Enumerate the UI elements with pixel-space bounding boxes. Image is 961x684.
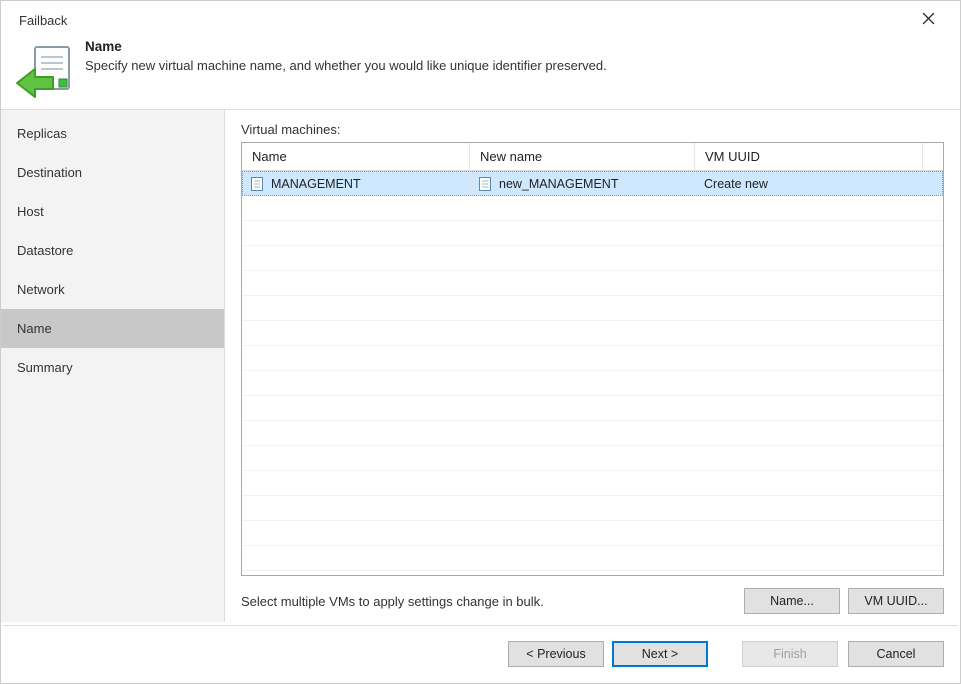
sidebar-item-label: Summary (17, 360, 73, 375)
sidebar-item-summary[interactable]: Summary (1, 348, 224, 387)
titlebar: Failback (1, 1, 960, 35)
column-header-name[interactable]: Name (242, 143, 470, 170)
name-button[interactable]: Name... (744, 588, 840, 614)
column-header-new-name[interactable]: New name (470, 143, 695, 170)
main-pane: Virtual machines: Name New name VM UUID (225, 110, 960, 622)
vm-icon (251, 177, 263, 191)
vm-table: Name New name VM UUID MANAGEMENT (241, 142, 944, 576)
window-title: Failback (19, 13, 67, 28)
sidebar-item-network[interactable]: Network (1, 270, 224, 309)
sidebar-item-label: Destination (17, 165, 82, 180)
table-header: Name New name VM UUID (242, 143, 943, 171)
cell-new-name: new_MANAGEMENT (471, 172, 696, 195)
column-header-spacer (923, 143, 943, 170)
sidebar-item-name[interactable]: Name (1, 309, 224, 348)
sidebar-item-destination[interactable]: Destination (1, 153, 224, 192)
wizard-steps-sidebar: Replicas Destination Host Datastore Netw… (1, 110, 225, 622)
column-header-vm-uuid[interactable]: VM UUID (695, 143, 923, 170)
wizard-footer: < Previous Next > Finish Cancel (3, 625, 958, 681)
sidebar-item-label: Datastore (17, 243, 73, 258)
next-button[interactable]: Next > (612, 641, 708, 667)
cell-new-name-text: new_MANAGEMENT (495, 177, 618, 191)
cancel-button[interactable]: Cancel (848, 641, 944, 667)
cell-vm-uuid: Create new (696, 172, 924, 195)
cell-name: MANAGEMENT (243, 172, 471, 195)
wizard-step-heading: Name (85, 39, 607, 54)
section-label: Virtual machines: (241, 122, 944, 137)
previous-button[interactable]: < Previous (508, 641, 604, 667)
table-body[interactable]: MANAGEMENT new_MANAGEMENT Create new (242, 171, 943, 575)
failback-arrow-icon (15, 41, 77, 103)
wizard-header: Name Specify new virtual machine name, a… (1, 35, 960, 110)
sidebar-item-label: Host (17, 204, 44, 219)
sidebar-item-label: Name (17, 321, 52, 336)
cell-vm-uuid-text: Create new (704, 177, 768, 191)
vm-uuid-button[interactable]: VM UUID... (848, 588, 944, 614)
bulk-hint: Select multiple VMs to apply settings ch… (241, 594, 544, 609)
sidebar-item-datastore[interactable]: Datastore (1, 231, 224, 270)
sidebar-item-label: Network (17, 282, 65, 297)
wizard-step-subheading: Specify new virtual machine name, and wh… (85, 58, 607, 73)
cell-spacer (924, 172, 942, 195)
close-button[interactable] (908, 12, 948, 28)
vm-icon (479, 177, 491, 191)
table-row[interactable]: MANAGEMENT new_MANAGEMENT Create new (242, 171, 943, 196)
wizard-header-icon (15, 41, 71, 97)
sidebar-item-host[interactable]: Host (1, 192, 224, 231)
sidebar-item-replicas[interactable]: Replicas (1, 114, 224, 153)
finish-button: Finish (742, 641, 838, 667)
cell-name-text: MANAGEMENT (267, 177, 361, 191)
sidebar-item-label: Replicas (17, 126, 67, 141)
close-icon (922, 12, 935, 25)
